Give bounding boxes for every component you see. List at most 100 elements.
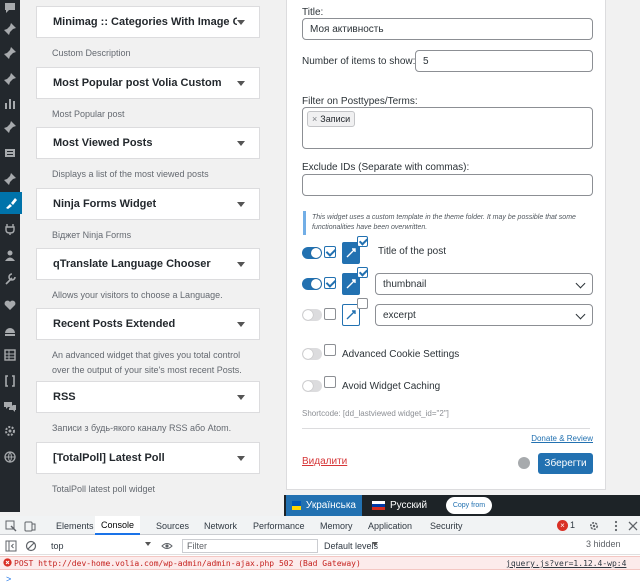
more-options-icon[interactable] — [610, 520, 622, 532]
avoid-caching-checkbox[interactable] — [324, 376, 336, 388]
caret-down-icon[interactable] — [237, 80, 245, 86]
log-levels-select[interactable]: Default levels — [322, 538, 382, 553]
caret-down-icon[interactable] — [237, 19, 245, 25]
widget-header[interactable]: qTranslate Language Chooser — [36, 248, 260, 280]
eye-icon[interactable] — [161, 540, 173, 552]
users-icon[interactable] — [3, 248, 17, 262]
log-method: POST — [14, 559, 34, 568]
globe-icon[interactable] — [3, 450, 17, 464]
inspect-icon[interactable] — [5, 520, 17, 532]
items-count-label: Number of items to show: — [302, 56, 416, 67]
stats-icon[interactable] — [3, 96, 17, 110]
widget-description: Віджет Ninja Forms — [52, 230, 132, 240]
caret-down-icon[interactable] — [237, 261, 245, 267]
pin-icon[interactable] — [3, 172, 17, 186]
remove-tag-icon[interactable]: × — [312, 114, 317, 124]
advanced-cookie-label: Advanced Cookie Settings — [342, 349, 460, 360]
caret-down-icon[interactable] — [237, 201, 245, 207]
gear-icon[interactable] — [588, 520, 600, 532]
settings-icon[interactable] — [3, 424, 17, 438]
error-icon[interactable]: × — [557, 520, 568, 531]
admin-sidebar — [0, 0, 22, 512]
copy-from-button[interactable]: Copy from — [446, 497, 492, 514]
field-toggle[interactable] — [302, 278, 322, 290]
pin-icon[interactable] — [3, 46, 17, 60]
delete-link[interactable]: Видалити — [302, 456, 347, 467]
tab-console[interactable]: Console — [95, 516, 141, 535]
sidebar-toggle-icon[interactable] — [5, 540, 17, 552]
advanced-cookie-checkbox[interactable] — [324, 344, 336, 356]
console-filter-input[interactable]: Filter — [182, 539, 318, 553]
field-checkbox[interactable] — [324, 308, 336, 320]
heart-icon[interactable] — [3, 298, 17, 312]
caret-down-icon[interactable] — [237, 140, 245, 146]
widget-header[interactable]: Most Viewed Posts — [36, 127, 260, 159]
field-select-value: excerpt — [383, 309, 416, 321]
pin-icon[interactable] — [3, 22, 17, 36]
device-toggle-icon[interactable] — [24, 520, 36, 532]
context-select[interactable]: top — [47, 538, 155, 553]
tab-network[interactable]: Network — [204, 516, 237, 535]
widget-header[interactable]: Minimag :: Categories With Image C... — [36, 6, 260, 38]
tab-security[interactable]: Security — [430, 516, 463, 535]
console-prompt-icon[interactable]: > — [6, 574, 11, 584]
pin-icon[interactable] — [3, 72, 17, 86]
template-notice: This widget uses a custom template in th… — [303, 211, 587, 235]
widget-header[interactable]: [TotalPoll] Latest Poll — [36, 442, 260, 474]
field-type-select[interactable]: excerpt — [375, 304, 593, 326]
close-icon[interactable] — [627, 520, 639, 532]
comments-icon[interactable] — [3, 400, 17, 414]
comment-icon[interactable] — [3, 1, 17, 15]
field-toggle[interactable] — [302, 309, 322, 321]
exclude-ids-input[interactable] — [302, 174, 593, 196]
field-visible-checkbox[interactable] — [357, 298, 368, 309]
avoid-caching-toggle[interactable] — [302, 380, 322, 392]
caret-down-icon[interactable] — [237, 394, 245, 400]
tab-sources[interactable]: Sources — [156, 516, 189, 535]
error-count[interactable]: 1 — [570, 520, 575, 530]
field-toggle[interactable] — [302, 247, 322, 259]
widget-header[interactable]: Recent Posts Extended — [36, 308, 260, 340]
clear-console-icon[interactable] — [25, 540, 37, 552]
devtools-panel: Elements Console Sources Network Performance… — [0, 516, 640, 584]
media-icon[interactable] — [3, 146, 17, 160]
tab-performance[interactable]: Performance — [253, 516, 305, 535]
tools-icon[interactable] — [3, 272, 17, 286]
table-icon[interactable] — [3, 348, 17, 362]
donate-link[interactable]: Donate & Review — [531, 434, 593, 443]
language-tab-uk[interactable]: Українська — [286, 495, 362, 516]
language-tab-ru[interactable]: Русский — [366, 495, 433, 516]
plugins-icon[interactable] — [3, 222, 17, 236]
widget-title: Recent Posts Extended — [53, 318, 176, 330]
pin-icon[interactable] — [3, 120, 17, 134]
widget-title: Minimag :: Categories With Image C... — [53, 16, 237, 28]
widget-title: Most Popular post Volia Custom — [53, 77, 222, 89]
bracket-icon[interactable] — [3, 374, 17, 388]
caret-down-icon[interactable] — [237, 455, 245, 461]
field-checkbox[interactable] — [324, 246, 336, 258]
field-visible-checkbox[interactable] — [357, 267, 368, 278]
caret-down-icon[interactable] — [237, 321, 245, 327]
field-row-thumbnail: thumbnail — [302, 267, 593, 297]
widget-header[interactable]: RSS — [36, 381, 260, 413]
log-url[interactable]: http://dev-home.volia.com/wp-admin/admin… — [38, 559, 274, 568]
save-button[interactable]: Зберегти — [538, 453, 593, 474]
widget-header[interactable]: Most Popular post Volia Custom — [36, 67, 260, 99]
filter-tag-label: Записи — [320, 114, 351, 124]
tab-application[interactable]: Application — [368, 516, 412, 535]
field-type-select[interactable]: thumbnail — [375, 273, 593, 295]
dashboard-icon[interactable] — [3, 324, 17, 338]
field-checkbox[interactable] — [324, 277, 336, 289]
field-visible-checkbox[interactable] — [357, 236, 368, 247]
filter-tag[interactable]: × Записи — [307, 111, 356, 127]
widget-description: Most Popular post — [52, 109, 125, 119]
items-count-input[interactable]: 5 — [415, 50, 593, 72]
log-source-link[interactable]: jquery.js?ver=1.12.4-wp:4 — [506, 559, 626, 568]
chevron-down-icon — [575, 278, 586, 289]
tab-memory[interactable]: Memory — [320, 516, 353, 535]
advanced-cookie-toggle[interactable] — [302, 348, 322, 360]
title-input[interactable]: Моя активность — [302, 18, 593, 40]
tab-elements[interactable]: Elements — [56, 516, 94, 535]
appearance-icon[interactable] — [0, 192, 22, 214]
widget-header[interactable]: Ninja Forms Widget — [36, 188, 260, 220]
